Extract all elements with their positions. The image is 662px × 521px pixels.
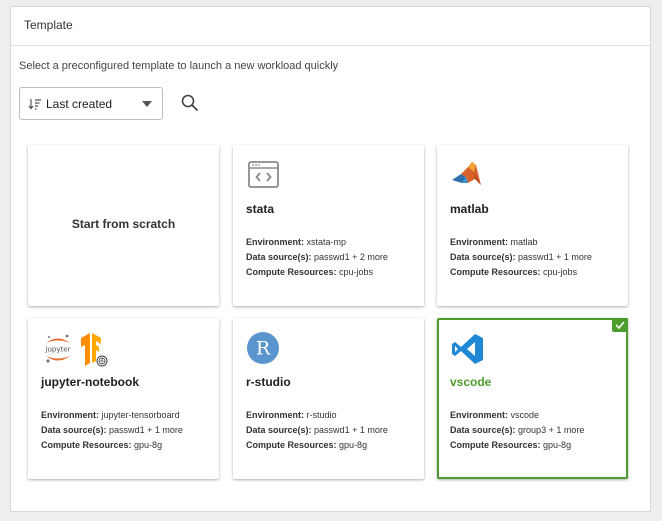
data-sources-label: Data source(s):: [246, 425, 312, 435]
r-icon: R: [246, 331, 282, 367]
environment-value: jupyter-tensorboard: [101, 410, 180, 420]
vscode-icon: [450, 331, 486, 367]
environment-label: Environment:: [246, 410, 305, 420]
data-sources-value: passwd1 + 2 more: [314, 252, 388, 262]
data-sources-label: Data source(s):: [41, 425, 107, 435]
compute-resources-value: gpu-8g: [339, 440, 368, 450]
data-sources-value: passwd1 + 1 more: [314, 425, 388, 435]
compute-resources-label: Compute Resources:: [41, 440, 132, 450]
environment-value: matlab: [510, 237, 538, 247]
matlab-icon: [450, 158, 486, 194]
sort-dropdown-value: Last created: [46, 96, 113, 111]
data-sources-value: passwd1 + 1 more: [109, 425, 183, 435]
data-sources-value: group3 + 1 more: [518, 425, 585, 435]
template-name: stata: [246, 202, 275, 216]
template-card-r-studio[interactable]: R r-studio Environment: r-studio Data so…: [233, 318, 424, 479]
start-from-scratch-label: Start from scratch: [71, 217, 176, 231]
compute-resources-label: Compute Resources:: [450, 267, 541, 277]
compute-resources-value: cpu-jobs: [543, 267, 578, 277]
data-sources-value: passwd1 + 1 more: [518, 252, 592, 262]
compute-resources-value: cpu-jobs: [339, 267, 374, 277]
template-card-stata[interactable]: stata Environment: xstata-mp Data source…: [233, 145, 424, 306]
r-logo-letter: R: [256, 338, 271, 360]
check-icon: [612, 318, 628, 332]
environment-label: Environment:: [246, 237, 305, 247]
template-card-vscode[interactable]: vscode Environment: vscode Data source(s…: [437, 318, 628, 479]
environment-value: xstata-mp: [306, 237, 347, 247]
template-name: vscode: [450, 375, 492, 389]
template-card-matlab[interactable]: matlab Environment: matlab Data source(s…: [437, 145, 628, 306]
template-details: Environment: jupyter-tensorboard Data so…: [41, 408, 183, 453]
compute-resources-label: Compute Resources:: [450, 440, 541, 450]
template-instructions: Select a preconfigured template to launc…: [19, 60, 339, 72]
chevron-down-icon: [142, 101, 152, 107]
template-name: jupyter-notebook: [41, 375, 139, 389]
data-sources-label: Data source(s):: [450, 252, 516, 262]
search-icon[interactable]: [179, 92, 201, 114]
template-details: Environment: r-studio Data source(s): pa…: [246, 408, 388, 453]
sort-dropdown[interactable]: Last created: [19, 87, 163, 120]
template-name: matlab: [450, 202, 489, 216]
environment-label: Environment:: [450, 410, 509, 420]
template-details: Environment: vscode Data source(s): grou…: [450, 408, 584, 453]
template-details: Environment: xstata-mp Data source(s): p…: [246, 235, 388, 280]
data-sources-label: Data source(s):: [246, 252, 312, 262]
environment-value: vscode: [510, 410, 540, 420]
jupyter-tensorflow-icon: jupyter: [41, 331, 113, 367]
compute-resources-value: gpu-8g: [134, 440, 163, 450]
start-from-scratch-card[interactable]: Start from scratch: [28, 145, 219, 306]
compute-resources-label: Compute Resources:: [246, 440, 337, 450]
jupyter-logo-text: jupyter: [45, 346, 71, 354]
environment-value: r-studio: [306, 410, 337, 420]
data-sources-label: Data source(s):: [450, 425, 516, 435]
sort-icon: [28, 98, 41, 110]
template-name: r-studio: [246, 375, 291, 389]
environment-label: Environment:: [41, 410, 100, 420]
panel-title: Template: [11, 7, 650, 46]
template-card-jupyter-notebook[interactable]: jupyter jupyter-notebook Environment: ju…: [28, 318, 219, 479]
template-details: Environment: matlab Data source(s): pass…: [450, 235, 592, 280]
compute-resources-label: Compute Resources:: [246, 267, 337, 277]
code-window-icon: [246, 158, 280, 194]
compute-resources-value: gpu-8g: [543, 440, 572, 450]
environment-label: Environment:: [450, 237, 509, 247]
